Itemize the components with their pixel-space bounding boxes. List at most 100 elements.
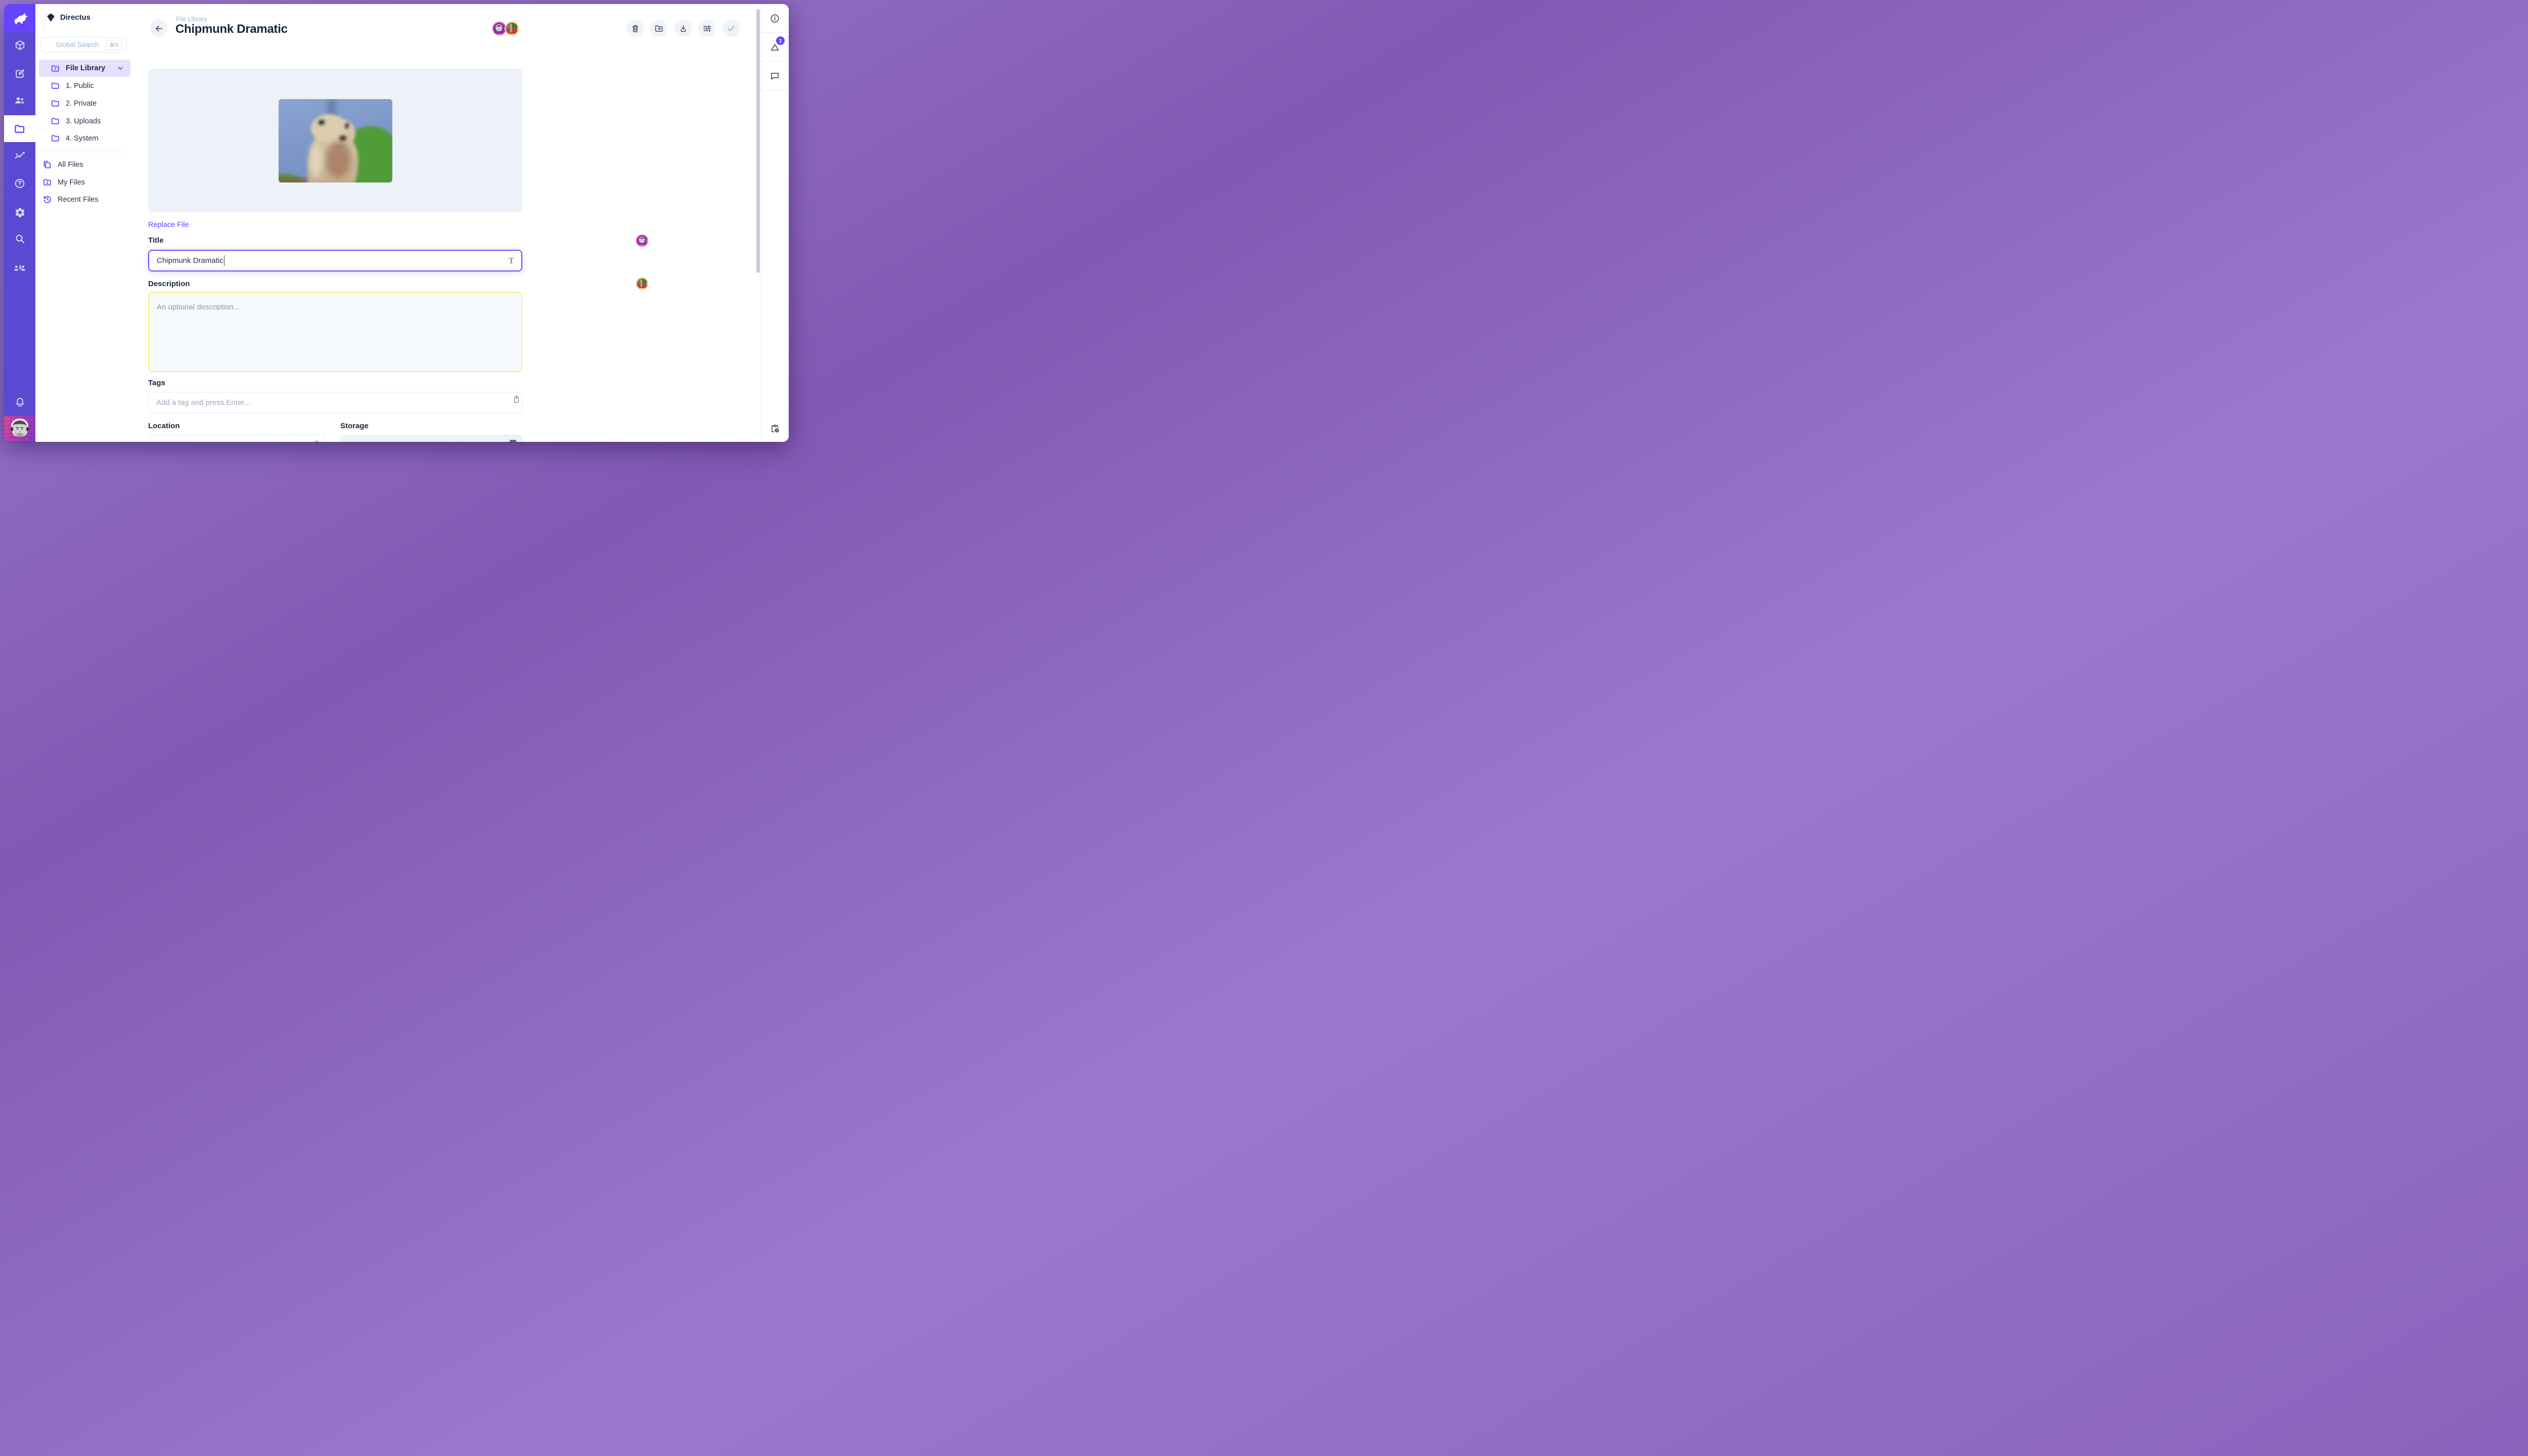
app-window: Directus ⌘K File Library 1. Public 2. Pr…	[4, 4, 789, 442]
activity-clipboard-clock-icon	[770, 423, 780, 434]
tags-field	[148, 392, 522, 413]
file-preview-panel[interactable]	[148, 69, 522, 212]
vertical-scrollbar[interactable]	[756, 9, 760, 273]
page-title: Chipmunk Dramatic	[175, 22, 288, 36]
back-button[interactable]	[150, 20, 167, 37]
description-field-presence-avatar	[636, 278, 648, 290]
title-field-presence-avatar	[636, 235, 648, 247]
user-face-sticker	[7, 416, 33, 442]
notifications-bell-icon	[14, 396, 26, 408]
storage-icon	[510, 440, 516, 442]
global-search[interactable]: ⌘K	[40, 37, 126, 53]
main-content: File Library Chipmunk Dramatic	[132, 4, 761, 442]
sidebar-item-all-files[interactable]: All Files	[42, 160, 83, 169]
title-label: Title	[148, 236, 164, 245]
arrow-left-icon	[154, 24, 164, 33]
presence-avatar-chipmunk	[505, 22, 519, 35]
tags-input[interactable]	[148, 392, 522, 413]
directus-logo-button[interactable]	[4, 4, 35, 32]
project-switcher[interactable]: Directus	[35, 4, 132, 30]
title-input[interactable]: Chipmunk Dramatic T	[148, 250, 522, 271]
tune-sliders-icon	[702, 24, 712, 33]
folder-label: 4. System	[66, 134, 98, 143]
storage-input	[340, 435, 522, 442]
module-settings[interactable]	[4, 199, 35, 225]
sidebar-item-file-library[interactable]: File Library	[39, 60, 130, 77]
content-cube-icon	[14, 39, 26, 51]
delete-button[interactable]	[626, 20, 644, 37]
module-users[interactable]	[4, 87, 35, 114]
tags-label: Tags	[148, 379, 165, 387]
download-icon	[679, 24, 688, 33]
folder-star-icon	[51, 64, 60, 73]
notifications-bell-button[interactable]	[4, 389, 35, 415]
user-avatar[interactable]	[4, 416, 35, 442]
folder-item-system[interactable]: 4. System	[51, 133, 98, 143]
activity-sidebar-button[interactable]	[761, 414, 789, 442]
module-file-library[interactable]	[4, 115, 35, 142]
location-input[interactable]	[148, 435, 325, 442]
file-library-folder-icon	[14, 123, 26, 135]
file-preview-image	[279, 99, 392, 183]
folder-item-public[interactable]: 1. Public	[51, 81, 94, 90]
info-sidebar-button[interactable]	[761, 4, 789, 32]
revisions-sidebar-button[interactable]	[761, 33, 789, 61]
sidebar-item-label: My Files	[58, 178, 85, 187]
diamond-icon	[46, 13, 56, 22]
folder-icon	[51, 81, 60, 90]
sidebar-item-label: All Files	[58, 161, 83, 169]
sidebar-item-my-files[interactable]: My Files	[42, 177, 85, 187]
title-format-icon: T	[509, 256, 514, 266]
folder-label: 1. Public	[66, 82, 94, 90]
module-insights[interactable]	[4, 143, 35, 169]
delete-trash-icon	[630, 24, 640, 33]
folder-item-uploads[interactable]: 3. Uploads	[51, 116, 101, 126]
description-textarea[interactable]	[148, 292, 522, 372]
rabbit-icon	[11, 10, 28, 27]
module-bar	[4, 4, 35, 442]
comments-sidebar-button[interactable]	[761, 62, 789, 90]
notification-count-badge: 1	[776, 36, 785, 45]
info-icon	[770, 13, 780, 24]
folder-icon	[51, 99, 60, 108]
chevron-down-icon[interactable]	[116, 64, 124, 72]
nav-sidebar: Directus ⌘K File Library 1. Public 2. Pr…	[35, 4, 132, 442]
storage-label: Storage	[340, 422, 369, 430]
text-caret	[224, 255, 225, 266]
save-button[interactable]	[723, 20, 740, 37]
module-content[interactable]	[4, 32, 35, 58]
desktop-background: Directus ⌘K File Library 1. Public 2. Pr…	[0, 0, 2528, 1456]
move-to-folder-icon	[654, 24, 664, 33]
folder-label: 2. Private	[66, 100, 97, 108]
folder-icon	[51, 116, 60, 126]
replace-file-link[interactable]: Replace File	[148, 221, 189, 229]
settings-gear-icon	[14, 207, 26, 218]
breadcrumb[interactable]: File Library	[176, 16, 207, 23]
copy-files-icon	[42, 160, 52, 169]
search-icon	[14, 233, 26, 245]
location-pin-icon	[312, 440, 321, 442]
help-icon	[14, 177, 26, 190]
module-interpreter[interactable]	[4, 255, 35, 281]
module-editor[interactable]	[4, 60, 35, 86]
edit-settings-button[interactable]	[698, 20, 715, 37]
sidebar-item-label: Recent Files	[58, 196, 99, 204]
title-input-value: Chipmunk Dramatic	[157, 256, 223, 265]
insights-icon	[14, 150, 26, 162]
users-icon	[14, 95, 26, 107]
folder-label: 3. Uploads	[66, 117, 101, 125]
module-help[interactable]	[4, 170, 35, 197]
sidebar-item-recent-files[interactable]: Recent Files	[42, 195, 99, 204]
location-label: Location	[148, 422, 180, 430]
interpreter-icon	[13, 261, 26, 275]
editor-icon	[14, 68, 26, 79]
move-to-folder-button[interactable]	[650, 20, 667, 37]
project-name: Directus	[60, 13, 91, 22]
tag-icon	[506, 398, 515, 407]
folder-person-icon	[42, 177, 52, 187]
folder-item-private[interactable]: 2. Private	[51, 99, 97, 108]
module-search[interactable]	[4, 225, 35, 252]
right-sidebar: 1	[760, 4, 789, 442]
global-search-input[interactable]	[55, 40, 105, 49]
download-button[interactable]	[674, 20, 692, 37]
